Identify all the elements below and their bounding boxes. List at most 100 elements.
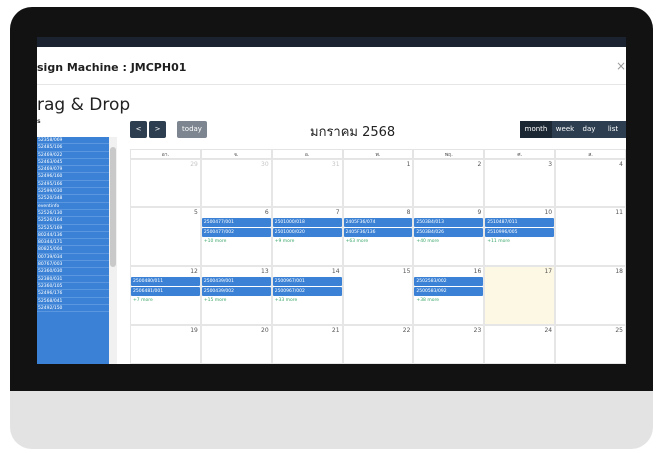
calendar-day-cell[interactable]: 18 — [555, 266, 626, 325]
external-event-item[interactable]: 52496/176 — [37, 290, 109, 298]
day-number[interactable]: 13 — [261, 268, 269, 275]
calendar-day-cell[interactable]: 2 — [413, 159, 485, 207]
external-event-item[interactable]: 52526/130 — [37, 210, 109, 218]
calendar-day-cell[interactable]: 30 — [200, 159, 272, 207]
external-event-item[interactable]: 52360/105 — [37, 283, 109, 291]
calendar-event[interactable]: 2500439/001 — [201, 277, 271, 286]
calendar-event[interactable]: 2500439/002 — [201, 287, 271, 296]
day-number[interactable]: 19 — [190, 327, 198, 334]
day-number[interactable]: 17 — [544, 268, 552, 275]
calendar-event[interactable]: 2510487/011 — [485, 218, 555, 227]
prev-button[interactable]: < — [130, 121, 147, 138]
day-number[interactable]: 16 — [474, 268, 482, 275]
calendar-event[interactable]: 2510996/005 — [485, 228, 555, 237]
calendar-event[interactable]: 2500967/001 — [272, 277, 342, 286]
external-event-item[interactable]: 52469/079 — [37, 166, 109, 174]
calendar-day-cell[interactable]: 8 2405F36/074 2405F36/136 +63 more — [342, 207, 414, 266]
calendar-event[interactable]: 2503B4/013 — [414, 218, 484, 227]
day-number[interactable]: 15 — [403, 268, 411, 275]
external-event-item[interactable]: 80767/003 — [37, 261, 109, 269]
external-event-item[interactable]: 52496/160 — [37, 173, 109, 181]
day-number[interactable]: 6 — [265, 209, 269, 216]
external-event-item[interactable]: 52469/022 — [37, 152, 109, 159]
day-number[interactable]: 3 — [548, 161, 552, 168]
view-list-button[interactable]: list — [600, 121, 626, 138]
external-event-item[interactable]: 52599/030 — [37, 188, 109, 196]
calendar-day-cell[interactable]: 10 2510487/011 2510996/005 +11 more — [484, 207, 556, 266]
calendar-day-cell[interactable]: 17 — [484, 266, 556, 325]
calendar-event[interactable]: 2502583/002 — [414, 277, 484, 286]
external-event-item[interactable]: 52380/031 — [37, 276, 109, 283]
calendar-day-cell[interactable]: 14 2500967/001 2500967/002 +33 more — [271, 266, 343, 325]
day-number[interactable]: 1 — [407, 161, 411, 168]
calendar-day-cell[interactable]: 23 — [413, 325, 485, 364]
calendar-day-cell[interactable]: 7 2501000/018 2501000/020 +9 more — [271, 207, 343, 266]
calendar-event[interactable]: 2500967/002 — [272, 287, 342, 296]
calendar-day-cell[interactable]: 25 — [555, 325, 626, 364]
calendar-day-cell[interactable]: 3 — [484, 159, 556, 207]
external-event-item[interactable]: 80244/136 — [37, 232, 109, 240]
day-number[interactable]: 20 — [261, 327, 269, 334]
calendar-day-cell[interactable]: 20 — [200, 325, 272, 364]
day-number[interactable]: 31 — [332, 161, 340, 168]
calendar-day-cell[interactable]: 6 2500477/001 2500477/002 +10 more — [200, 207, 272, 266]
calendar-day-cell[interactable]: 9 2503B4/013 2503B4/026 +40 more — [413, 207, 485, 266]
calendar-event[interactable]: 2500583/092 — [414, 287, 484, 296]
more-events-link[interactable]: +40 more — [416, 239, 439, 244]
more-events-link[interactable]: +15 more — [204, 298, 227, 303]
more-events-link[interactable]: +7 more — [133, 298, 153, 303]
day-number[interactable]: 22 — [403, 327, 411, 334]
scrollbar-thumb[interactable] — [110, 147, 116, 267]
more-events-link[interactable]: +9 more — [275, 239, 295, 244]
day-number[interactable]: 11 — [615, 209, 623, 216]
calendar-event[interactable]: 2503B4/026 — [414, 228, 484, 237]
calendar-day-cell[interactable]: 5 — [130, 207, 201, 266]
today-button[interactable]: today — [177, 121, 207, 138]
scrollbar[interactable] — [109, 137, 117, 364]
day-number[interactable]: 24 — [544, 327, 552, 334]
external-event-item[interactable]: 52463/045 — [37, 159, 109, 167]
day-number[interactable]: 8 — [407, 209, 411, 216]
day-number[interactable]: 18 — [615, 268, 623, 275]
calendar-day-cell[interactable]: 4 — [555, 159, 626, 207]
external-event-item[interactable]: 52526/164 — [37, 217, 109, 225]
calendar-day-cell[interactable]: 31 — [271, 159, 343, 207]
calendar-event[interactable]: 2500480/011 — [131, 277, 200, 286]
calendar-day-cell[interactable]: 21 — [271, 325, 343, 364]
more-events-link[interactable]: +38 more — [416, 298, 439, 303]
external-event-item[interactable]: 00739/034 — [37, 254, 109, 262]
external-event-item[interactable]: 52358/069 — [37, 137, 109, 145]
calendar-day-cell[interactable]: 24 — [484, 325, 556, 364]
day-number[interactable]: 10 — [544, 209, 552, 216]
calendar-event[interactable]: 2500477/001 — [201, 218, 271, 227]
calendar-day-cell[interactable]: 13 2500439/001 2500439/002 +15 more — [200, 266, 272, 325]
day-number[interactable]: 5 — [194, 209, 198, 216]
more-events-link[interactable]: +63 more — [346, 239, 369, 244]
calendar-event[interactable]: 2501000/020 — [272, 228, 342, 237]
external-event-item[interactable]: 52360/030 — [37, 268, 109, 276]
calendar-event[interactable]: 2506481/001 — [131, 287, 200, 296]
view-day-button[interactable]: day — [578, 121, 600, 138]
day-number[interactable]: 4 — [619, 161, 623, 168]
external-event-item[interactable]: 80825/004 — [37, 246, 109, 254]
calendar-day-cell[interactable]: 19 — [130, 325, 201, 364]
view-month-button[interactable]: month — [520, 121, 552, 138]
day-number[interactable]: 7 — [336, 209, 340, 216]
day-number[interactable]: 9 — [477, 209, 481, 216]
close-icon[interactable]: × — [616, 59, 626, 73]
external-event-item[interactable]: 52492/150 — [37, 305, 109, 313]
more-events-link[interactable]: +10 more — [204, 239, 227, 244]
calendar-day-cell[interactable]: 29 — [130, 159, 201, 207]
external-event-item[interactable]: 52568/041 — [37, 298, 109, 305]
external-event-item[interactable]: 80344/171 — [37, 239, 109, 247]
next-button[interactable]: > — [149, 121, 166, 138]
calendar-day-cell[interactable]: 12 2500480/011 2506481/001 +7 more — [130, 266, 201, 325]
external-event-item[interactable]: 52520/348 — [37, 195, 109, 203]
external-event-item[interactable]: 52525/169 — [37, 225, 109, 232]
day-number[interactable]: 2 — [477, 161, 481, 168]
calendar-day-cell[interactable]: 16 2502583/002 2500583/092 +38 more — [413, 266, 485, 325]
day-number[interactable]: 30 — [261, 161, 269, 168]
calendar-day-cell[interactable]: 15 — [342, 266, 414, 325]
view-week-button[interactable]: week — [552, 121, 578, 138]
more-events-link[interactable]: +11 more — [487, 239, 510, 244]
